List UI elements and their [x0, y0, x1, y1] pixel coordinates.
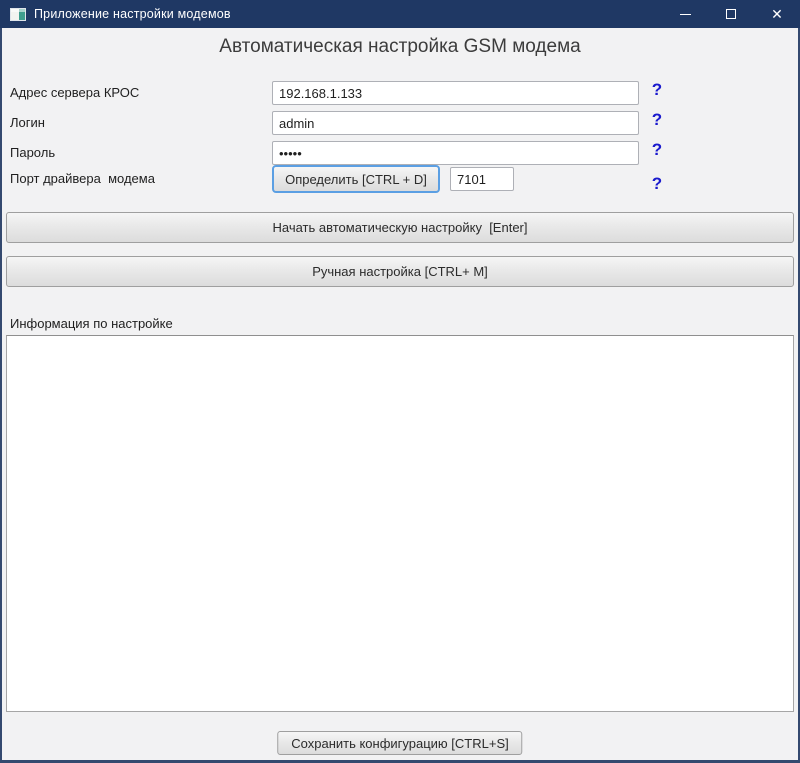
maximize-icon	[726, 9, 736, 19]
close-icon: ✕	[771, 7, 783, 21]
info-textarea[interactable]	[6, 335, 794, 712]
driver-port-input[interactable]	[450, 167, 514, 191]
info-section-label: Информация по настройке	[10, 316, 173, 331]
password-label: Пароль	[10, 145, 55, 160]
password-input[interactable]	[272, 141, 639, 165]
login-input[interactable]	[272, 111, 639, 135]
help-icon-server[interactable]: ?	[648, 80, 666, 100]
main-content: Автоматическая настройка GSM модема Адре…	[2, 28, 798, 760]
close-button[interactable]: ✕	[754, 0, 800, 28]
determine-port-button[interactable]: Определить [CTRL + D]	[272, 165, 440, 193]
minimize-icon	[680, 14, 691, 15]
help-icon-password[interactable]: ?	[648, 140, 666, 160]
app-window: Приложение настройки модемов ✕ Автоматич…	[0, 0, 800, 763]
app-icon	[10, 8, 26, 21]
login-label: Логин	[10, 115, 45, 130]
save-config-button[interactable]: Сохранить конфигурацию [CTRL+S]	[277, 731, 522, 755]
page-title: Автоматическая настройка GSM модема	[2, 36, 798, 58]
help-icon-driver-port[interactable]: ?	[648, 174, 666, 194]
driver-port-label: Порт драйвера модема	[10, 171, 155, 186]
auto-setup-button[interactable]: Начать автоматическую настройку [Enter]	[6, 212, 794, 243]
help-icon-login[interactable]: ?	[648, 110, 666, 130]
minimize-button[interactable]	[662, 0, 708, 28]
maximize-button[interactable]	[708, 0, 754, 28]
manual-setup-button[interactable]: Ручная настройка [CTRL+ M]	[6, 256, 794, 287]
window-title: Приложение настройки модемов	[34, 7, 231, 21]
titlebar[interactable]: Приложение настройки модемов ✕	[0, 0, 800, 28]
server-address-input[interactable]	[272, 81, 639, 105]
window-controls: ✕	[662, 0, 800, 28]
server-address-label: Адрес сервера КРОС	[10, 85, 139, 100]
